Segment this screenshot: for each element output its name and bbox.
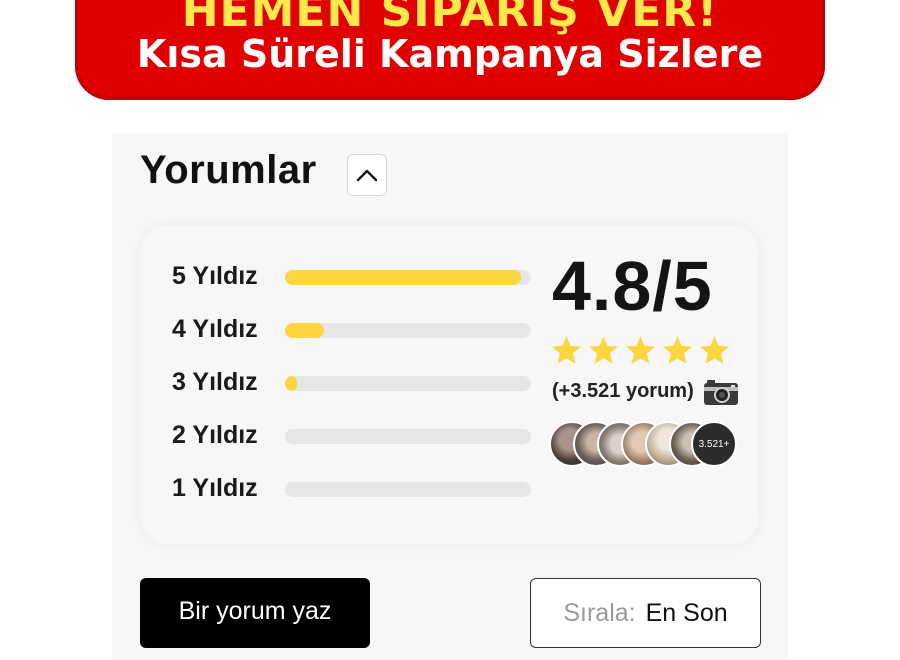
star-rating [550, 334, 731, 367]
rating-row-label-3: 3 Yıldız [172, 368, 258, 396]
star-icon [663, 336, 692, 364]
rating-bar-3 [285, 376, 531, 391]
sort-value: En Son [645, 598, 728, 627]
review-count: (+3.521 yorum) [552, 380, 694, 402]
rating-bar-fill-3 [285, 376, 298, 391]
rating-row-label-4: 4 Yıldız [172, 315, 258, 343]
sort-label: Sırala: [563, 598, 636, 627]
star-icon [700, 336, 729, 364]
rating-bar-5 [285, 270, 531, 285]
star-icon [552, 336, 581, 364]
collapse-reviews-button[interactable] [347, 154, 387, 196]
rating-bar-2 [285, 429, 531, 444]
banner-subheadline: Kısa Süreli Kampanya Sizlere [136, 32, 764, 76]
write-review-button[interactable]: Bir yorum yaz [140, 578, 370, 648]
rating-row-label-2: 2 Yıldız [172, 421, 258, 449]
rating-bar-1 [285, 482, 531, 497]
rating-row-label-5: 5 Yıldız [172, 262, 258, 290]
camera-icon[interactable] [703, 378, 739, 406]
star-icon [626, 336, 655, 364]
star-icon [589, 336, 618, 364]
rating-row-label-1: 1 Yıldız [172, 474, 258, 502]
average-score: 4.8/5 [552, 247, 713, 325]
chevron-up-icon [356, 169, 378, 182]
rating-bar-4 [285, 323, 531, 338]
rating-bar-fill-4 [285, 323, 325, 338]
avatar-count-badge[interactable]: 3.521+ [691, 421, 737, 467]
reviews-title: Yorumlar [140, 148, 317, 192]
reviewer-avatars[interactable]: 3.521+ [549, 421, 749, 469]
sort-dropdown[interactable]: Sırala: En Son [530, 578, 761, 648]
rating-bar-fill-5 [285, 270, 522, 285]
